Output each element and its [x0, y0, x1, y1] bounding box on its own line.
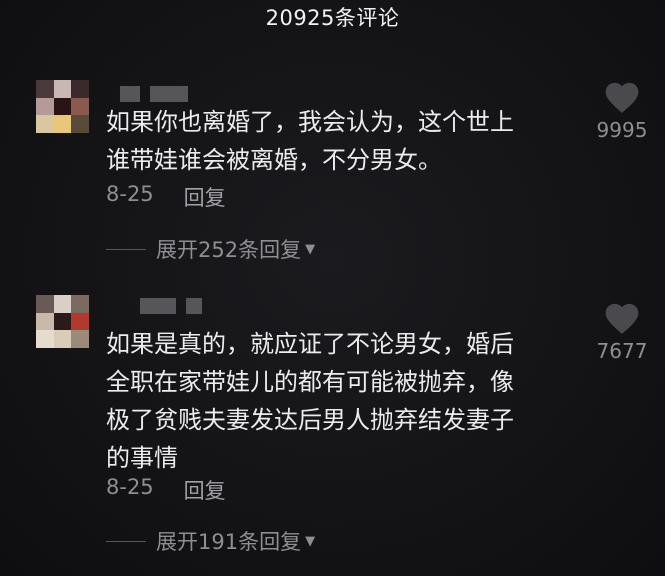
expand-replies-button[interactable]: 展开191条回复 ▼ — [106, 526, 315, 556]
caret-down-icon: ▼ — [305, 241, 316, 257]
comment-meta: 8-25 回复 — [106, 475, 226, 505]
comment-meta: 8-25 回复 — [106, 182, 226, 212]
expand-replies-button[interactable]: 展开252条回复 ▼ — [106, 234, 315, 264]
heart-icon[interactable] — [602, 78, 642, 114]
avatar[interactable] — [36, 80, 89, 133]
comment-text-line: 极了贫贱夫妻发达后男人抛弃结发妻子 — [106, 406, 514, 434]
comments-panel: 20925条评论 如果你也离婚了，我会认为，这个世上 谁带娃谁会被离婚，不分男女… — [0, 0, 665, 576]
comment-date: 8-25 — [106, 182, 154, 206]
caret-down-icon: ▼ — [305, 533, 316, 549]
comment-text-line: 如果你也离婚了，我会认为，这个世上 — [106, 108, 514, 136]
heart-icon[interactable] — [602, 299, 642, 335]
divider — [106, 248, 146, 250]
avatar[interactable] — [36, 295, 89, 348]
divider — [106, 540, 146, 542]
comment-text-line: 如果是真的，就应证了不论男女，婚后 — [106, 330, 514, 358]
username-blurred[interactable] — [140, 298, 202, 314]
comment-text-line: 全职在家带娃儿的都有可能被抛弃，像 — [106, 368, 514, 396]
comment-text-line: 的事情 — [106, 444, 178, 472]
comment-date: 8-25 — [106, 475, 154, 499]
comment-text[interactable]: 如果你也离婚了，我会认为，这个世上 谁带娃谁会被离婚，不分男女。 — [106, 103, 566, 179]
comment-text-line: 谁带娃谁会被离婚，不分男女。 — [106, 146, 442, 174]
expand-replies-label: 展开252条回复 — [156, 238, 302, 262]
reply-button[interactable]: 回复 — [184, 475, 226, 505]
expand-replies-label: 展开191条回复 — [156, 530, 302, 554]
username-blurred[interactable] — [120, 86, 188, 102]
like-count: 9995 — [596, 118, 648, 142]
reply-button[interactable]: 回复 — [184, 182, 226, 212]
like-count: 7677 — [596, 339, 648, 363]
like-button[interactable]: 9995 — [590, 78, 654, 142]
comment-text[interactable]: 如果是真的，就应证了不论男女，婚后 全职在家带娃儿的都有可能被抛弃，像 极了贫贱… — [106, 325, 566, 477]
like-button[interactable]: 7677 — [590, 299, 654, 363]
comment-count-title: 20925条评论 — [265, 6, 400, 30]
